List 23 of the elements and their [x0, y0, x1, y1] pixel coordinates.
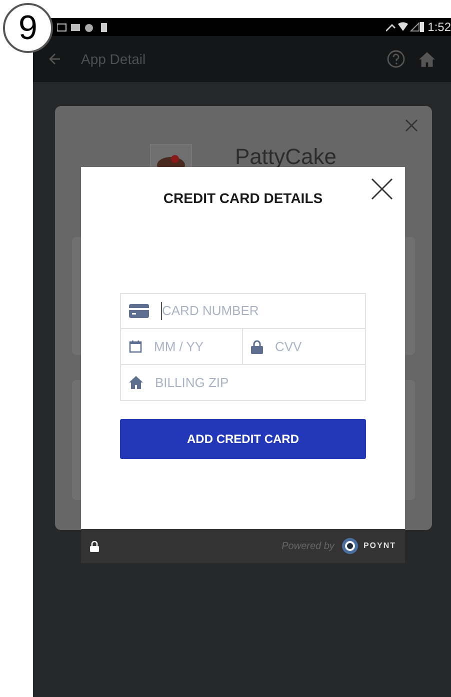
lock-icon	[251, 340, 263, 354]
home-icon[interactable]	[419, 52, 435, 66]
step-marker: 9	[3, 3, 53, 53]
add-credit-card-button[interactable]: ADD CREDIT CARD	[120, 419, 366, 459]
brand-name: POYNT	[363, 540, 396, 552]
input-field[interactable]: CVV	[275, 336, 451, 356]
ring-logo-icon	[342, 538, 358, 554]
app-name: PattyCake	[235, 144, 336, 170]
signal-icons	[386, 22, 424, 32]
calendar-icon	[129, 340, 142, 353]
notification-icons	[57, 22, 107, 32]
dialog-title: CREDIT CARD DETAILS	[163, 189, 323, 208]
back-arrow-icon[interactable]	[49, 53, 61, 65]
status-time: 1:52	[428, 19, 451, 36]
app-bar-title: App Detail	[81, 50, 146, 69]
help-icon[interactable]	[387, 50, 405, 68]
lock-icon	[90, 540, 99, 552]
input-field[interactable]: CARD NUMBER	[162, 301, 357, 321]
home-icon	[129, 376, 143, 389]
input-field[interactable]: MM / YY	[154, 336, 234, 356]
close-icon[interactable]	[371, 178, 393, 200]
input-field[interactable]: BILLING ZIP	[155, 372, 357, 392]
credit-card-icon	[129, 304, 149, 318]
